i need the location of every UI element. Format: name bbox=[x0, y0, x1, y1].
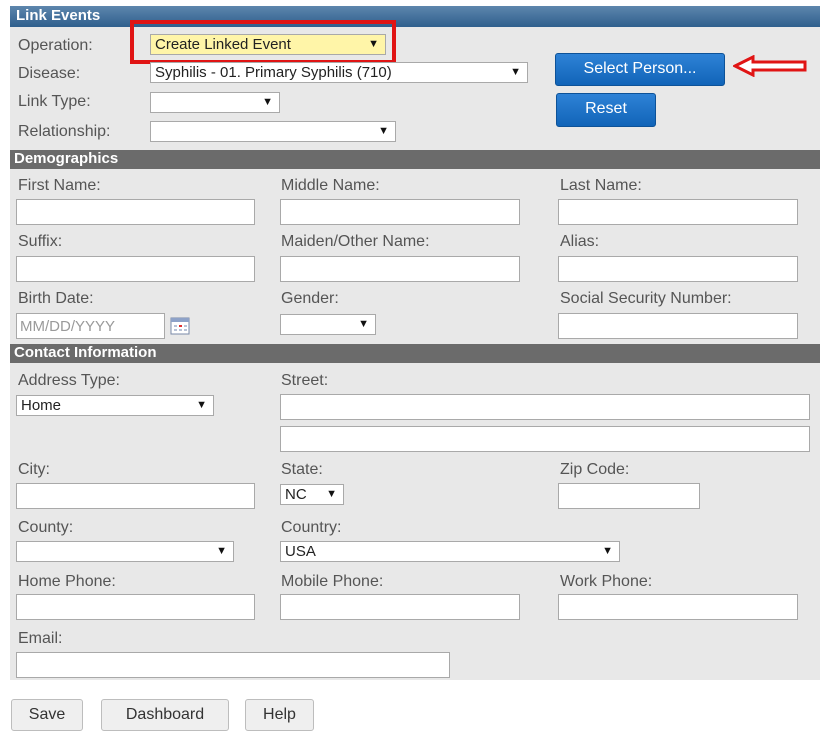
mobile-phone-field[interactable] bbox=[280, 594, 520, 620]
demographics-header bbox=[10, 150, 820, 169]
city-label: City: bbox=[18, 461, 50, 478]
calendar-icon[interactable] bbox=[170, 317, 190, 335]
state-label: State: bbox=[281, 461, 323, 478]
city-field[interactable] bbox=[16, 483, 255, 509]
alias-label: Alias: bbox=[560, 233, 600, 250]
middle-name-label: Middle Name: bbox=[281, 177, 380, 194]
gender-select[interactable]: ▼ bbox=[280, 314, 376, 335]
middle-name-field[interactable] bbox=[280, 199, 520, 225]
home-phone-field[interactable] bbox=[16, 594, 255, 620]
work-phone-field[interactable] bbox=[558, 594, 798, 620]
link-events-title: Link Events bbox=[16, 7, 101, 24]
highlight-box bbox=[130, 20, 396, 64]
birth-date-field[interactable] bbox=[16, 313, 165, 339]
last-name-label: Last Name: bbox=[560, 177, 642, 194]
first-name-label: First Name: bbox=[18, 177, 101, 194]
chevron-down-icon: ▼ bbox=[326, 488, 337, 500]
chevron-down-icon: ▼ bbox=[358, 318, 369, 330]
operation-label: Operation: bbox=[18, 37, 93, 54]
disease-select[interactable]: Syphilis - 01. Primary Syphilis (710) ▼ bbox=[150, 62, 528, 83]
mobile-phone-label: Mobile Phone: bbox=[281, 573, 384, 590]
disease-value: Syphilis - 01. Primary Syphilis (710) bbox=[155, 64, 392, 81]
street-label: Street: bbox=[281, 372, 329, 389]
suffix-field[interactable] bbox=[16, 256, 255, 282]
chevron-down-icon: ▼ bbox=[378, 125, 389, 137]
email-field[interactable] bbox=[16, 652, 450, 678]
county-select[interactable]: ▼ bbox=[16, 541, 234, 562]
state-select[interactable]: NC ▼ bbox=[280, 484, 344, 505]
dashboard-button[interactable]: Dashboard bbox=[101, 699, 229, 731]
last-name-field[interactable] bbox=[558, 199, 798, 225]
help-button[interactable]: Help bbox=[245, 699, 314, 731]
left-arrow-icon bbox=[733, 55, 807, 77]
ssn-label: Social Security Number: bbox=[560, 290, 732, 307]
disease-label: Disease: bbox=[18, 65, 81, 82]
chevron-down-icon: ▼ bbox=[510, 66, 521, 78]
link-type-select[interactable]: ▼ bbox=[150, 92, 280, 113]
street-field-2[interactable] bbox=[280, 426, 810, 452]
suffix-label: Suffix: bbox=[18, 233, 63, 250]
select-person-button[interactable]: Select Person... bbox=[555, 53, 725, 86]
chevron-down-icon: ▼ bbox=[602, 545, 613, 557]
home-phone-label: Home Phone: bbox=[18, 573, 116, 590]
reset-button[interactable]: Reset bbox=[556, 93, 656, 127]
save-button[interactable]: Save bbox=[11, 699, 83, 731]
link-type-label: Link Type: bbox=[18, 93, 91, 110]
maiden-name-field[interactable] bbox=[280, 256, 520, 282]
contact-title: Contact Information bbox=[14, 344, 157, 361]
maiden-name-label: Maiden/Other Name: bbox=[281, 233, 430, 250]
country-value: USA bbox=[285, 543, 316, 560]
country-label: Country: bbox=[281, 519, 342, 536]
birth-date-label: Birth Date: bbox=[18, 290, 94, 307]
relationship-label: Relationship: bbox=[18, 123, 111, 140]
work-phone-label: Work Phone: bbox=[560, 573, 653, 590]
chevron-down-icon: ▼ bbox=[262, 96, 273, 108]
country-select[interactable]: USA ▼ bbox=[280, 541, 620, 562]
chevron-down-icon: ▼ bbox=[196, 399, 207, 411]
street-field-1[interactable] bbox=[280, 394, 810, 420]
relationship-select[interactable]: ▼ bbox=[150, 121, 396, 142]
county-label: County: bbox=[18, 519, 74, 536]
zip-code-label: Zip Code: bbox=[560, 461, 630, 478]
address-type-value: Home bbox=[21, 397, 62, 414]
gender-label: Gender: bbox=[281, 290, 339, 307]
demographics-title: Demographics bbox=[14, 150, 119, 167]
address-type-select[interactable]: Home ▼ bbox=[16, 395, 214, 416]
chevron-down-icon: ▼ bbox=[216, 545, 227, 557]
ssn-field[interactable] bbox=[558, 313, 798, 339]
alias-field[interactable] bbox=[558, 256, 798, 282]
address-type-label: Address Type: bbox=[18, 372, 120, 389]
state-value: NC bbox=[285, 486, 307, 503]
first-name-field[interactable] bbox=[16, 199, 255, 225]
email-label: Email: bbox=[18, 630, 63, 647]
zip-code-field[interactable] bbox=[558, 483, 700, 509]
